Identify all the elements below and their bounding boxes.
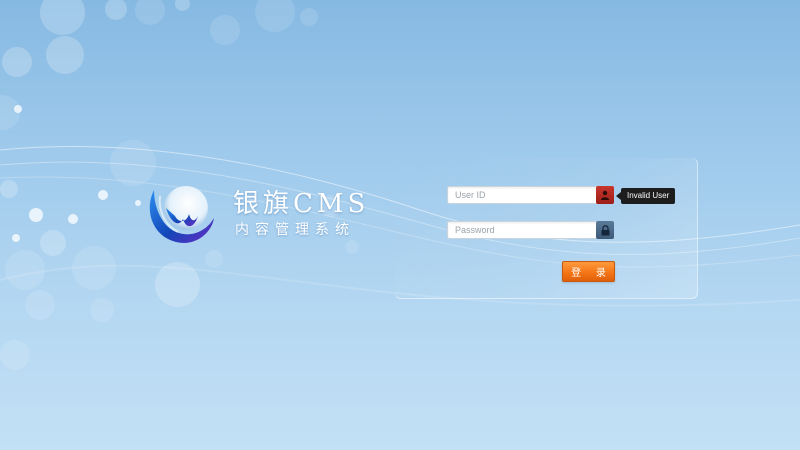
brand-title: 银旗CMS <box>233 189 370 219</box>
brand-subtitle: 内容管理系统 <box>235 222 355 238</box>
login-button[interactable]: 登 录 <box>562 261 615 282</box>
validation-tooltip: Invalid User <box>615 188 676 204</box>
swirl-globe-logo <box>149 186 214 243</box>
user-id-input[interactable] <box>447 186 604 204</box>
password-input[interactable] <box>447 221 604 239</box>
lock-icon-glyph <box>601 224 609 235</box>
user-icon-glyph <box>601 190 609 200</box>
user-icon[interactable] <box>596 186 614 204</box>
lock-icon[interactable] <box>596 221 614 239</box>
